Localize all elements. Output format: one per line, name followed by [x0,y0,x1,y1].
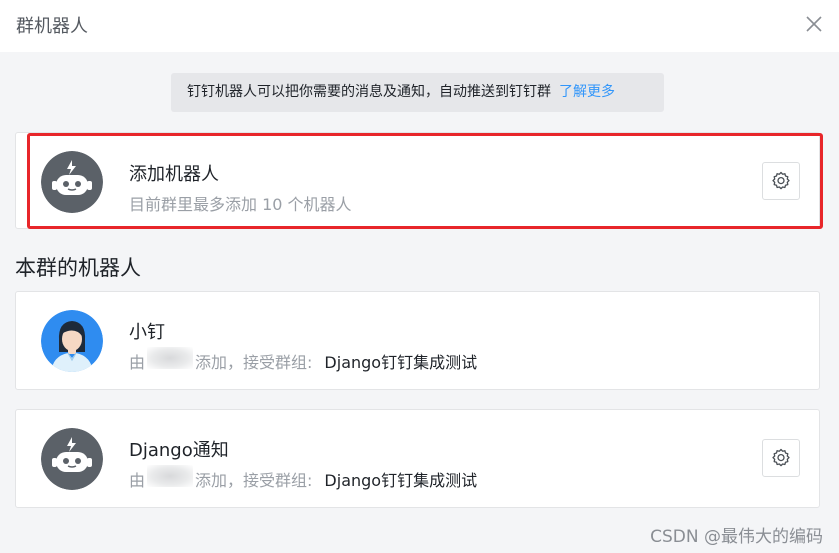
added-by-prefix: 由 [129,471,146,490]
robot-settings-button[interactable] [762,439,800,477]
robot-card-django-notify[interactable]: Django通知 由 添加，接受群组: Django钉钉集成测试 [15,409,820,508]
robot-icon [41,151,103,213]
xiaoding-avatar [41,310,103,372]
added-text: 添加，接受群组: [195,471,313,490]
robot-info: 由 添加，接受群组: Django钉钉集成测试 [129,464,478,493]
notice-text: 钉钉机器人可以把你需要的消息及通知，自动推送到钉钉群 [187,84,551,100]
add-robot-card[interactable]: 添加机器人 目前群里最多添加 10 个机器人 [15,132,820,229]
add-robot-settings-button[interactable] [762,162,800,200]
gear-icon [772,448,790,467]
blurred-username [147,464,194,487]
dialog-header: 群机器人 [0,0,839,52]
close-icon[interactable] [803,13,825,35]
added-by-prefix: 由 [129,353,146,372]
gear-icon [772,171,790,190]
robot-name: Django通知 [129,440,229,461]
add-robot-limit-text: 目前群里最多添加 10 个机器人 [129,195,352,214]
dialog-title: 群机器人 [16,16,88,37]
robot-icon [41,428,103,490]
robot-info: 由 添加，接受群组: Django钉钉集成测试 [129,346,478,375]
info-notice: 钉钉机器人可以把你需要的消息及通知，自动推送到钉钉群 了解更多 [171,73,664,112]
robot-name: 小钉 [129,322,165,343]
learn-more-link[interactable]: 了解更多 [559,84,615,100]
csdn-watermark: CSDN @最伟大的编码 [650,527,823,547]
group-robots-dialog: 群机器人 钉钉机器人可以把你需要的消息及通知，自动推送到钉钉群 了解更多 添加机… [0,0,839,553]
added-text: 添加，接受群组: [195,353,313,372]
group-name: Django钉钉集成测试 [324,353,478,372]
add-robot-title: 添加机器人 [129,164,219,185]
section-title: 本群的机器人 [15,256,141,280]
group-name: Django钉钉集成测试 [324,471,478,490]
blurred-username [147,346,194,369]
robot-card-xiaoding[interactable]: 小钉 由 添加，接受群组: Django钉钉集成测试 [15,291,820,390]
